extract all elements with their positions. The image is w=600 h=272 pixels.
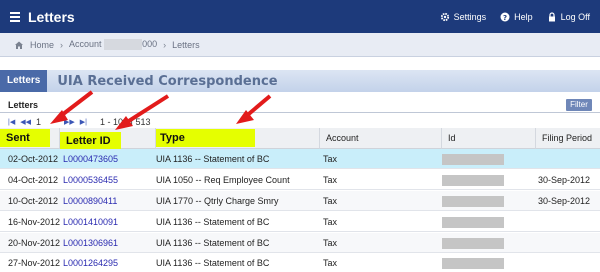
- redacted-id: [442, 238, 504, 249]
- redacted-block: [104, 39, 143, 51]
- cell-filing-period: 30-Sep-2012: [538, 196, 591, 206]
- first-page-icon[interactable]: |◀: [8, 118, 15, 126]
- next-page-icon[interactable]: ▶▶: [64, 118, 75, 126]
- logoff-label: Log Off: [560, 11, 590, 22]
- section-header: Letters UIA Received Correspondence: [0, 70, 600, 92]
- cell-letter-id[interactable]: L0001410091: [63, 212, 118, 232]
- table-row[interactable]: 20-Nov-2012 L0001306961 UIA 1136 -- Stat…: [0, 233, 600, 253]
- cell-letter-id[interactable]: L0000473605: [63, 149, 118, 169]
- breadcrumb-current: Letters: [172, 39, 200, 50]
- app-title: Letters: [28, 8, 75, 25]
- prev-page-icon[interactable]: ◀◀: [20, 118, 31, 126]
- cell-letter-id[interactable]: L0001306961: [63, 233, 118, 253]
- annotation-arrow: [236, 94, 272, 124]
- settings-label: Settings: [453, 11, 487, 22]
- cell-type: UIA 1136 -- Statement of BC: [156, 217, 270, 227]
- top-actions: Settings ? Help Log Off: [440, 12, 590, 22]
- page-range: 1 - 10 of 513: [99, 117, 151, 127]
- column-header-id[interactable]: Id: [442, 128, 536, 149]
- home-icon[interactable]: [14, 40, 24, 50]
- help-label: Help: [514, 11, 533, 22]
- cell-account: Tax: [323, 154, 338, 164]
- cell-type: UIA 1136 -- Statement of BC: [156, 238, 270, 248]
- column-header-sent[interactable]: Sent: [0, 128, 60, 149]
- redacted-id: [442, 258, 504, 269]
- section-tab[interactable]: Letters: [0, 70, 48, 92]
- cell-sent: 27-Nov-2012: [8, 258, 61, 268]
- column-header-type[interactable]: Type: [156, 128, 320, 149]
- cell-type: UIA 1136 -- Statement of BC: [156, 258, 270, 268]
- breadcrumb-home[interactable]: Home: [30, 40, 54, 50]
- sent-header-label: Sent: [0, 129, 50, 147]
- type-header-label: Type: [156, 129, 255, 147]
- pager: |◀ ◀◀ 1 ▶▶ ▶| 1 - 10 of 513: [8, 116, 151, 128]
- help-button[interactable]: ? Help: [500, 12, 533, 22]
- cell-account: Tax: [323, 238, 338, 248]
- cell-sent: 20-Nov-2012: [8, 238, 61, 248]
- last-page-icon[interactable]: ▶|: [80, 118, 87, 126]
- id-header-label: Id: [448, 133, 456, 143]
- lock-icon: [548, 11, 555, 21]
- redacted-id: [442, 217, 504, 228]
- list-title: Letters: [8, 100, 39, 110]
- svg-text:?: ?: [503, 14, 507, 22]
- redacted-id: [442, 175, 504, 186]
- cell-type: UIA 1136 -- Statement of BC: [156, 154, 270, 164]
- breadcrumb-account[interactable]: Account 000: [69, 39, 157, 51]
- section-heading: UIA Received Correspondence: [57, 73, 278, 89]
- letter-id-header-label: Letter ID: [60, 132, 121, 150]
- cell-sent: 02-Oct-2012: [8, 154, 59, 164]
- table-row[interactable]: 10-Oct-2012 L0000890411 UIA 1770 -- Qtrl…: [0, 191, 600, 211]
- cell-account: Tax: [323, 196, 338, 206]
- cell-filing-period: 30-Sep-2012: [538, 175, 591, 185]
- cell-sent: 04-Oct-2012: [8, 175, 59, 185]
- chevron-right-icon: ›: [60, 39, 64, 50]
- cell-type: UIA 1050 -- Req Employee Count: [156, 175, 290, 185]
- cell-sent: 16-Nov-2012: [8, 217, 61, 227]
- cell-letter-id[interactable]: L0000536455: [63, 170, 118, 190]
- hamburger-menu-icon[interactable]: [10, 11, 20, 22]
- breadcrumb: Home › Account 000 › Letters: [0, 33, 600, 57]
- top-bar: Letters Settings ? Help Log Off: [0, 0, 600, 33]
- cell-letter-id[interactable]: L0001264295: [63, 254, 118, 272]
- chevron-right-icon: ›: [163, 39, 167, 50]
- account-header-label: Account: [326, 133, 359, 143]
- filing-period-header-label: Filing Period: [542, 133, 593, 143]
- logoff-button[interactable]: Log Off: [547, 12, 590, 22]
- redacted-id: [442, 154, 504, 165]
- column-header-letter-id[interactable]: Letter ID: [60, 128, 156, 150]
- cell-sent: 10-Oct-2012: [8, 196, 59, 206]
- cell-account: Tax: [323, 175, 338, 185]
- table-row[interactable]: 04-Oct-2012 L0000536455 UIA 1050 -- Req …: [0, 170, 600, 190]
- gear-icon: [440, 12, 449, 21]
- column-header-filing-period[interactable]: Filing Period: [536, 128, 600, 149]
- table-row[interactable]: 16-Nov-2012 L0001410091 UIA 1136 -- Stat…: [0, 212, 600, 232]
- cell-account: Tax: [323, 217, 338, 227]
- divider: [0, 112, 600, 113]
- cell-type: UIA 1770 -- Qtrly Charge Smry: [156, 196, 279, 206]
- column-header-account[interactable]: Account: [320, 128, 442, 149]
- settings-button[interactable]: Settings: [440, 11, 487, 22]
- cell-letter-id[interactable]: L0000890411: [63, 191, 117, 211]
- table-row[interactable]: 02-Oct-2012 L0000473605 UIA 1136 -- Stat…: [0, 149, 600, 169]
- redacted-id: [442, 196, 504, 207]
- filter-button[interactable]: Filter: [566, 99, 592, 111]
- cell-account: Tax: [323, 258, 338, 268]
- help-icon: ?: [500, 12, 510, 22]
- table-row[interactable]: 27-Nov-2012 L0001264295 UIA 1136 -- Stat…: [0, 254, 600, 272]
- page-number[interactable]: 1: [36, 117, 41, 127]
